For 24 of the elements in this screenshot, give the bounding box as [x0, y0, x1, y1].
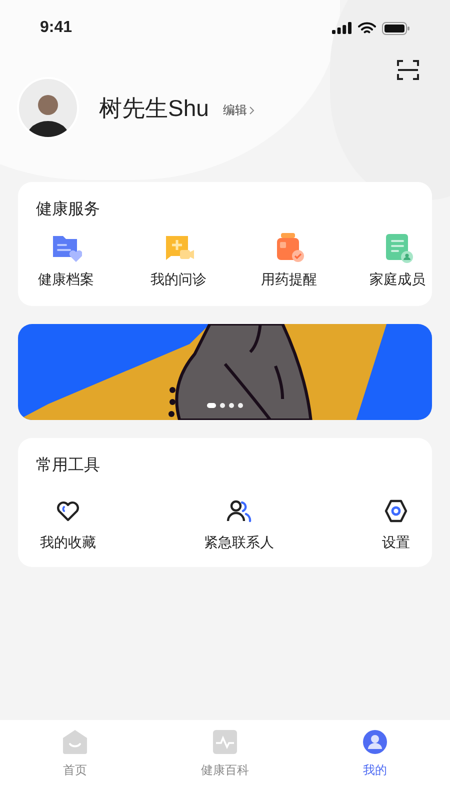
tool-item[interactable]: 我的收藏	[40, 498, 96, 553]
tab[interactable]: 首页	[0, 729, 150, 779]
chevron-right-icon	[248, 106, 255, 114]
edit-link[interactable]: 编辑	[222, 101, 255, 119]
tool-item[interactable]: 设置	[382, 498, 410, 553]
settings-icon	[383, 498, 409, 524]
section-title: 常用工具	[36, 456, 101, 476]
pulse-icon	[212, 729, 238, 755]
service-item[interactable]: 用药提醒	[255, 232, 323, 290]
service-item[interactable]: 健康档案	[32, 232, 100, 290]
tool-item[interactable]: 紧急联系人	[204, 498, 274, 553]
people-icon	[226, 498, 252, 524]
wifi-icon	[358, 22, 376, 34]
signal-icon	[332, 22, 352, 34]
tab[interactable]: 我的	[300, 729, 450, 779]
service-item[interactable]: 家庭成员	[364, 232, 432, 290]
section-title: 健康服务	[36, 200, 101, 220]
user-name: 树先生Shu	[99, 94, 209, 123]
battery-icon	[382, 22, 410, 34]
tab[interactable]: 健康百科	[150, 729, 300, 779]
status-time: 9:41	[40, 18, 72, 38]
profile-icon	[362, 729, 388, 755]
service-item[interactable]: 我的问诊	[144, 232, 212, 290]
home-icon	[62, 729, 88, 755]
